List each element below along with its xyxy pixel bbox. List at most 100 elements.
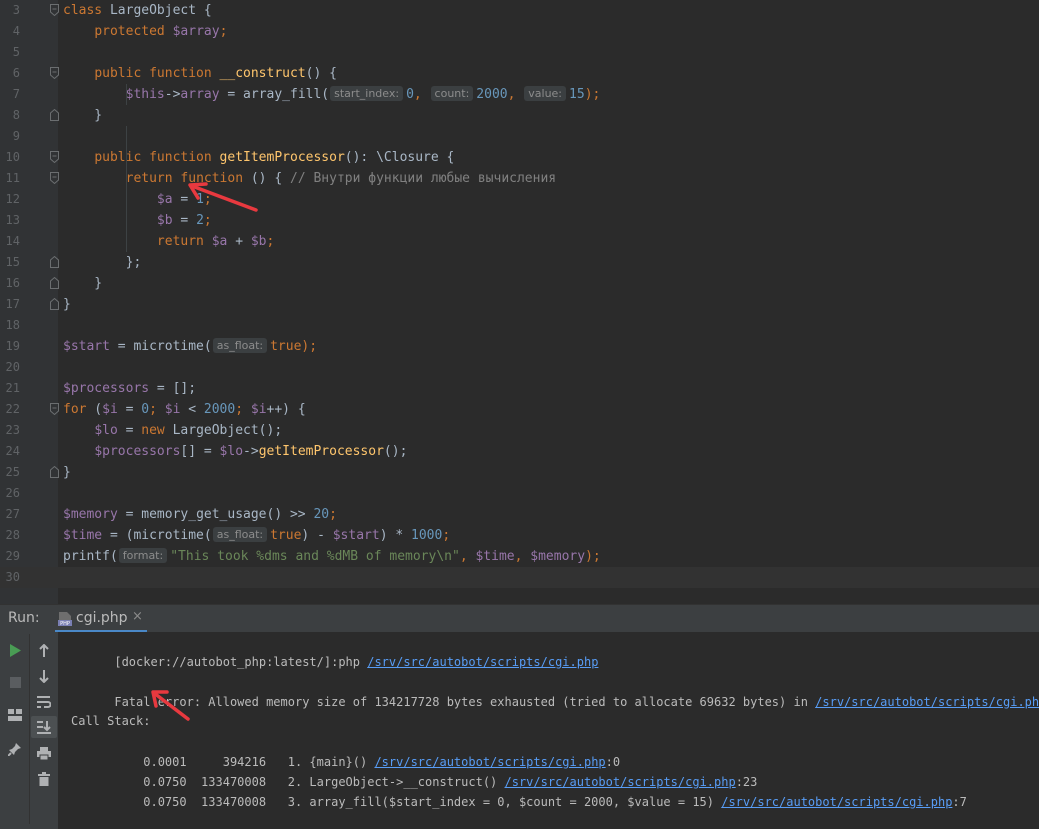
code-token: ) * [379,528,412,543]
fatal-error-text: Fatal error: Allowed memory size of 1342… [114,695,816,709]
code-token: () { [305,66,337,81]
code-line[interactable]: 23 $lo = new LargeObject(); [0,420,1039,441]
code-token: , [507,87,524,102]
code-token: $a [156,192,173,207]
code-line[interactable]: 3 class LargeObject { [0,0,1039,21]
scroll-to-end-button[interactable] [31,716,57,738]
code-line[interactable]: 19 $start = microtime(as_float: true); [0,336,1039,357]
code-line[interactable]: 18 [0,315,1039,336]
code-line[interactable]: 14 return $a + $b; [0,231,1039,252]
clear-all-button[interactable] [33,768,55,790]
line-number: 26 [5,486,20,500]
stack-frame-text: 0.0750 133470008 3. array_fill($start_in… [114,795,722,809]
code-line[interactable]: 9 [0,126,1039,147]
console-output[interactable]: [docker://autobot_php:latest/]:php /srv/… [58,632,1039,829]
code-text: return $a + $b; [63,231,274,252]
code-token: $i [250,402,267,417]
fold-marker-icon[interactable] [50,298,59,310]
layout-button[interactable] [4,704,26,726]
code-line[interactable]: 22 for ($i = 0; $i < 2000; $i++) { [0,399,1039,420]
code-line[interactable]: 27 $memory = memory_get_usage() >> 20; [0,504,1039,525]
code-line[interactable]: 7 $this->array = array_fill(start_index:… [0,84,1039,105]
run-icon [10,643,21,657]
code-line[interactable]: 28 $time = (microtime(as_float: true) - $s… [0,525,1039,546]
pin-icon [8,743,21,756]
code-token: ; [219,24,228,39]
tab-close-button[interactable]: × [132,609,143,624]
rerun-button[interactable] [4,639,26,661]
code-line[interactable]: 21 $processors = []; [0,378,1039,399]
print-button[interactable] [33,742,55,764]
code-token: protected [94,24,165,39]
code-line[interactable]: 25} [0,462,1039,483]
parameter-hint: count: [430,86,474,101]
code-line[interactable]: 4 protected $array; [0,21,1039,42]
code-line[interactable]: 6 public function __construct() { [0,63,1039,84]
down-button[interactable] [33,665,55,687]
code-line[interactable]: 12 $a = 1; [0,189,1039,210]
fold-marker-icon[interactable] [50,466,59,478]
tab-cgi-php[interactable]: PHP cgi.php × [55,605,147,633]
fold-marker-icon[interactable] [50,172,59,184]
fold-marker-icon[interactable] [50,256,59,268]
command-path-link[interactable]: /srv/src/autobot/scripts/cgi.php [367,655,598,669]
code-token: getItemProcessor [258,444,384,459]
code-token: return [156,234,204,249]
fold-marker-icon[interactable] [50,67,59,79]
code-token: = memory_get_usage() >> [117,507,314,522]
stop-button[interactable] [4,671,26,693]
code-text: $memory = memory_get_usage() >> 20; [63,504,337,525]
code-token: ) - [301,528,333,543]
code-token: for [63,402,87,417]
code-line[interactable]: 16 } [0,273,1039,294]
code-line[interactable]: 13 $b = 2; [0,210,1039,231]
code-token: getItemProcessor [219,150,345,165]
code-line[interactable]: 15 }; [0,252,1039,273]
line-number: 3 [12,3,20,17]
code-text: $time = (microtime(as_float: true) - $sta… [63,525,450,546]
code-line[interactable]: 20 [0,357,1039,378]
soft-wrap-button[interactable] [33,691,55,713]
code-token: ); [301,339,318,354]
stack-frame-link[interactable]: /srv/src/autobot/scripts/cgi.php [721,795,952,809]
fold-marker-icon[interactable] [50,403,59,415]
code-token: $memory [530,549,586,564]
line-number: 4 [12,24,20,38]
code-line[interactable]: 11 return function () { // Внутри функци… [0,168,1039,189]
code-text: class LargeObject { [63,0,212,21]
fold-marker-icon[interactable] [50,109,59,121]
code-line[interactable]: 30 [0,567,1039,588]
code-lines[interactable]: 3 class LargeObject {4 protected $array; 5… [0,0,1039,588]
code-line[interactable]: 17} [0,294,1039,315]
code-token: ; [329,507,337,522]
code-line[interactable]: 8 } [0,105,1039,126]
code-token: ( [86,402,103,417]
code-token: $time [63,528,103,543]
pin-tab-button[interactable] [4,738,26,760]
code-token: LargeObject(); [164,423,283,438]
code-line[interactable]: 26 [0,483,1039,504]
fold-marker-icon[interactable] [50,151,59,163]
up-button[interactable] [33,639,55,661]
code-text: $processors = []; [63,378,196,399]
fold-marker-icon[interactable] [50,277,59,289]
fold-marker-icon[interactable] [50,4,59,16]
code-line[interactable]: 5 [0,42,1039,63]
code-line[interactable]: 10 public function getItemProcessor(): \… [0,147,1039,168]
run-tool-window: Run: PHP cgi.php × [docker://autobot_php… [0,604,1039,829]
error-location-link[interactable]: /srv/src/autobot/scripts/cgi.php on line… [815,695,1039,709]
code-line[interactable]: 29 printf(format: "This took %dms and %dMB… [0,546,1039,567]
code-token: ; [149,402,165,417]
code-text: $start = microtime(as_float: true); [63,336,317,357]
code-token: , [413,87,430,102]
code-token: // Внутри функции любые вычисления [290,171,557,186]
code-line[interactable]: 24 $processors[] = $lo->getItemProcessor… [0,441,1039,462]
code-token: 15 [569,87,585,102]
code-token: }; [63,255,142,270]
code-editor[interactable]: 3 class LargeObject {4 protected $array; 5… [0,0,1039,604]
code-token: $array [172,24,220,39]
